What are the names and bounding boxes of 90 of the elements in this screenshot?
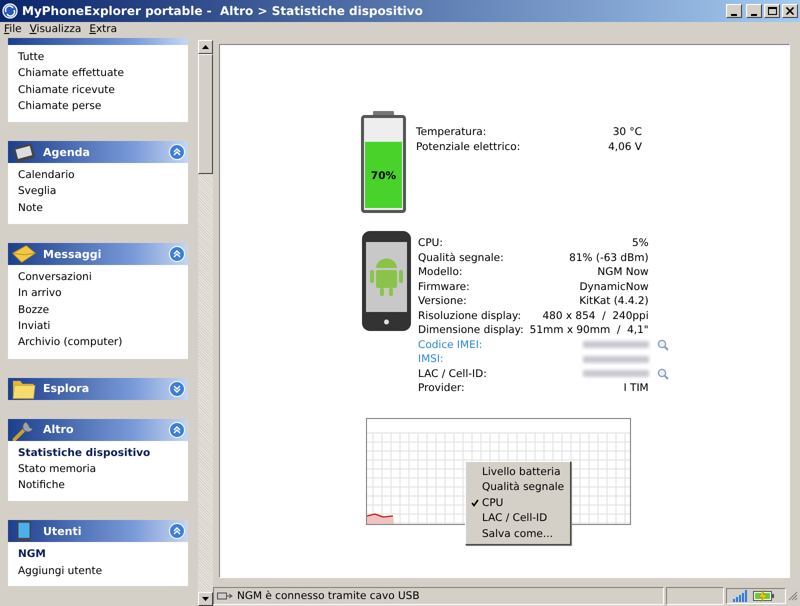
sidebar-item[interactable]: Archivio (computer) [18, 334, 188, 351]
sidebar-item[interactable]: Notifiche [18, 477, 188, 494]
sidebar-item[interactable]: Aggiungi utente [18, 562, 188, 580]
status-panel [666, 587, 724, 605]
collapse-icon[interactable] [169, 523, 185, 540]
collapse-icon[interactable] [169, 246, 185, 262]
field-value: NGM Now [597, 265, 649, 280]
field-label: Risoluzione display: [418, 308, 522, 323]
field-label: Provider: [418, 381, 466, 396]
field-label: Versione: [418, 294, 468, 308]
scrollbar[interactable] [198, 40, 213, 606]
search-icon[interactable] [656, 368, 669, 380]
field-label: Temperatura: [416, 125, 488, 140]
group-header[interactable]: Agenda [8, 141, 188, 164]
calendar-icon [11, 141, 37, 164]
group-header[interactable]: Esplora [8, 378, 188, 400]
search-icon[interactable] [656, 338, 669, 351]
sidebar-item[interactable]: Note [18, 200, 188, 216]
menu-item[interactable]: Qualità segnale [466, 480, 570, 495]
sidebar-item[interactable]: Chiamate effettuate [18, 65, 188, 82]
minimize-icon [731, 14, 737, 16]
field-value: 4,06 V [608, 140, 642, 154]
menu-item[interactable]: Livello batteria [466, 464, 570, 480]
battery-charging-icon [753, 590, 775, 602]
sidebar-item[interactable]: Chiamate perse [18, 98, 188, 114]
sidebar-item[interactable]: Bozze [18, 302, 188, 318]
battery-percent: 70% [370, 170, 398, 182]
status-text: NGM è connesso tramite cavo USB [237, 590, 420, 602]
group-title: Esplora [43, 382, 90, 396]
group-title: Messaggi [43, 248, 102, 261]
usb-plug-icon [217, 591, 233, 601]
group-title: Agenda [43, 146, 90, 159]
field-value: DynamicNow [579, 280, 649, 294]
collapse-icon[interactable] [169, 422, 185, 438]
group-header[interactable]: Messaggi [8, 243, 188, 266]
sidebar-item[interactable]: Sveglia [18, 183, 188, 200]
field-label: Modello: [418, 265, 464, 280]
expand-icon[interactable] [169, 380, 185, 397]
group-title: Utenti [43, 524, 82, 538]
scroll-up-button[interactable] [198, 40, 213, 54]
maximize-button[interactable] [764, 4, 780, 18]
close-button[interactable] [782, 4, 798, 18]
field-link[interactable]: IMSI: [418, 352, 524, 366]
sidebar-item[interactable]: Stato memoria [18, 460, 188, 478]
menu-item[interactable]: Salva come... [466, 526, 570, 542]
field-label: Dimensione display: [418, 323, 524, 338]
sidebar-item[interactable]: NGM [18, 546, 188, 563]
maximize-icon [768, 7, 776, 15]
sidebar-item[interactable]: Inviati [18, 318, 188, 334]
sidebar-item[interactable]: Tutte [18, 49, 188, 66]
field-value: 81% (-63 dBm) [569, 250, 649, 265]
field-label: LAC / Cell-ID: [418, 366, 488, 381]
field-label: Qualità segnale: [418, 250, 505, 265]
sidebar-item[interactable]: Conversazioni [18, 269, 188, 286]
sidebar-item[interactable]: In arrivo [18, 285, 188, 302]
window-title: MyPhoneExplorer portable - Altro > Statistiche dispositivo [22, 4, 424, 18]
envelope-icon [11, 243, 37, 266]
signal-icon [733, 590, 750, 602]
scroll-down-button[interactable] [198, 592, 213, 606]
field-value: 30 °C [612, 125, 642, 140]
field-value: I TIM [624, 381, 649, 396]
field-value: 5% [632, 236, 649, 250]
group-header[interactable]: Utenti [8, 520, 188, 542]
field-link[interactable]: Codice IMEI: [418, 338, 524, 352]
group-title: Altro [43, 423, 74, 436]
collapse-icon[interactable] [169, 144, 185, 160]
minimize-button[interactable] [746, 4, 762, 18]
triangle-down-icon [202, 597, 209, 601]
resize-grip-icon[interactable] [788, 591, 798, 601]
menu-item[interactable]: CPU [466, 495, 570, 510]
scrollbar-thumb[interactable] [198, 54, 213, 174]
field-label: Potenziale elettrico: [416, 140, 520, 154]
close-icon [786, 7, 794, 15]
field-value: 51mm x 90mm / 4,1" [530, 323, 649, 338]
group-header[interactable]: Altro [8, 418, 188, 441]
sidebar-item[interactable]: Calendario [18, 167, 188, 184]
field-label: CPU: [418, 236, 444, 250]
sidebar-item[interactable]: Chiamate ricevute [18, 82, 188, 98]
triangle-up-icon [202, 45, 209, 49]
menu-item[interactable]: Visualizza [30, 23, 82, 37]
field-value: KitKat (4.4.2) [579, 294, 649, 308]
field-label: Firmware: [418, 280, 471, 294]
menu-item[interactable]: Extra [89, 23, 118, 37]
minimize-tray-button[interactable] [726, 4, 742, 18]
app-logo-icon [2, 3, 18, 19]
sidebar-item[interactable]: Statistiche dispositivo [18, 444, 188, 461]
menu-item[interactable]: File [4, 23, 22, 37]
menu-item[interactable]: LAC / Cell-ID [466, 510, 570, 526]
minimize-icon [751, 14, 757, 16]
field-value: 480 x 854 / 240ppi [542, 308, 649, 323]
